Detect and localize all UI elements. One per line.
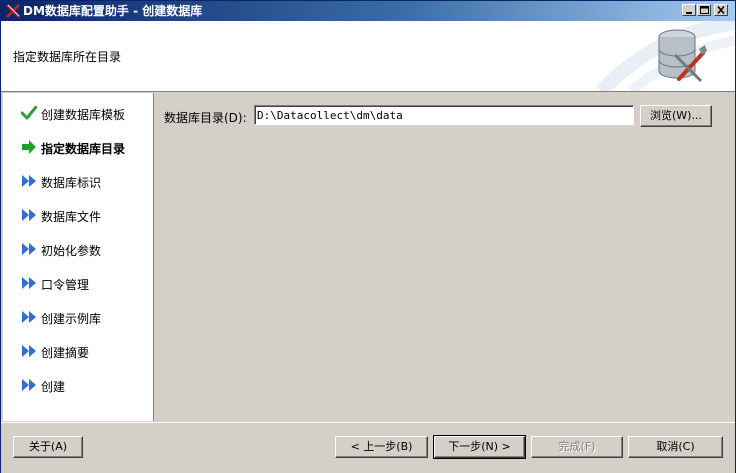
double-arrow-icon	[22, 379, 36, 391]
step-label: 数据库标识	[41, 176, 102, 190]
step-create-summary: 创建摘要	[3, 341, 153, 361]
finish-button[interactable]: 完成(F)	[531, 436, 623, 458]
minimize-icon	[686, 12, 692, 14]
double-arrow-icon	[22, 175, 36, 187]
wizard-header: 指定数据库所在目录	[1, 21, 735, 92]
step-label: 创建示例库	[41, 312, 102, 326]
close-button[interactable]	[714, 4, 728, 16]
step-init-params: 初始化参数	[3, 239, 153, 259]
db-directory-input[interactable]	[254, 105, 634, 125]
content-panel: 数据库目录(D): 浏览(W)...	[154, 93, 735, 421]
title-bar[interactable]: DM数据库配置助手 - 创建数据库	[1, 1, 735, 21]
wizard-footer: 关于(A) < 上一步(B) 下一步(N) > 完成(F) 取消(C)	[1, 422, 735, 473]
step-label: 指定数据库目录	[41, 142, 126, 156]
database-config-icon	[658, 29, 707, 83]
dm-app-icon	[6, 4, 20, 18]
step-label: 创建	[41, 380, 66, 394]
db-directory-label: 数据库目录(D):	[164, 111, 247, 125]
step-label: 口令管理	[41, 278, 90, 292]
maximize-icon	[700, 6, 709, 14]
step-specify-directory: 指定数据库目录	[3, 137, 153, 157]
step-create-sample-db: 创建示例库	[3, 307, 153, 327]
double-arrow-icon	[22, 345, 36, 357]
arrow-right-icon	[22, 140, 36, 154]
double-arrow-icon	[22, 209, 36, 221]
about-button[interactable]: 关于(A)	[13, 436, 83, 458]
minimize-button[interactable]	[682, 4, 696, 16]
cancel-button[interactable]: 取消(C)	[628, 436, 723, 458]
step-create-template: 创建数据库模板	[3, 103, 153, 123]
step-label: 创建数据库模板	[41, 108, 126, 122]
step-create: 创建	[3, 375, 153, 395]
maximize-button[interactable]	[697, 4, 711, 16]
dialog-window: DM数据库配置助手 - 创建数据库 指定数据库所在目录 创建数据库模板 指定数据…	[0, 0, 736, 473]
double-arrow-icon	[22, 311, 36, 323]
step-db-files: 数据库文件	[3, 205, 153, 225]
page-subtitle: 指定数据库所在目录	[13, 50, 122, 64]
window-title: DM数据库配置助手 - 创建数据库	[23, 4, 203, 18]
check-icon	[21, 106, 37, 120]
double-arrow-icon	[22, 277, 36, 289]
close-icon	[717, 6, 725, 14]
next-button[interactable]: 下一步(N) >	[433, 435, 526, 459]
step-password-management: 口令管理	[3, 273, 153, 293]
previous-button[interactable]: < 上一步(B)	[335, 436, 428, 458]
step-label: 初始化参数	[41, 244, 102, 258]
steps-sidebar: 创建数据库模板 指定数据库目录 数据库标识 数据库文件 初始化参数 口令管理 创…	[3, 93, 154, 421]
double-arrow-icon	[22, 243, 36, 255]
step-label: 创建摘要	[41, 346, 90, 360]
step-label: 数据库文件	[41, 210, 102, 224]
step-db-identifier: 数据库标识	[3, 171, 153, 191]
browse-button[interactable]: 浏览(W)...	[640, 105, 712, 127]
